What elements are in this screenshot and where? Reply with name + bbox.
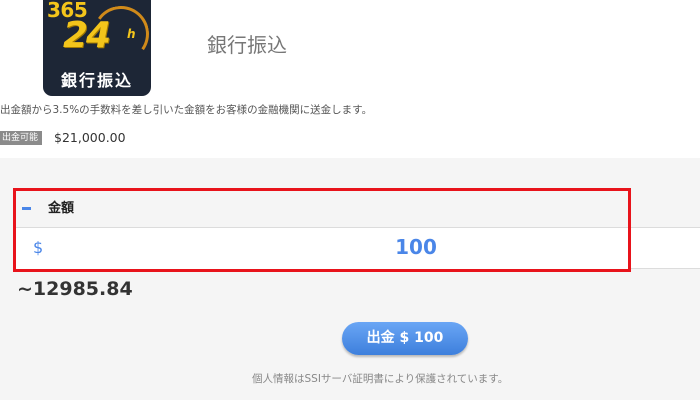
logo-h-text: h (127, 27, 136, 41)
logo-caption: 銀行振込 (60, 71, 133, 90)
fee-description: 出金額から3.5%の手数料を差し引いた金額をお客様の金融機関に送金します。 (0, 104, 373, 116)
page-title: 銀行振込 (207, 33, 287, 57)
currency-symbol: $ (33, 238, 44, 257)
amount-row-extension (631, 227, 700, 269)
withdrawable-amount: $21,000.00 (54, 130, 126, 145)
withdraw-submit-button[interactable]: 出金 $ 100 (342, 322, 468, 355)
converted-amount: ~12985.84 (17, 278, 133, 300)
amount-section-header[interactable]: 金額 (16, 191, 628, 227)
amount-highlight-box: 金額 $ 100 (13, 188, 631, 272)
bank-transfer-logo: 365 24 h 銀行振込 (43, 0, 151, 96)
page-header: 365 24 h 銀行振込 銀行振込 出金額から3.5%の手数料を差し引いた金額… (0, 0, 700, 158)
amount-input-row[interactable]: $ 100 (16, 227, 628, 269)
logo-24-text: 24 (63, 15, 111, 56)
minus-icon (22, 207, 31, 210)
amount-label: 金額 (48, 201, 75, 216)
ssl-notice: 個人情報はSSIサーバ証明書により保護されています。 (252, 373, 509, 385)
withdrawable-badge: 出金可能 (0, 131, 43, 145)
